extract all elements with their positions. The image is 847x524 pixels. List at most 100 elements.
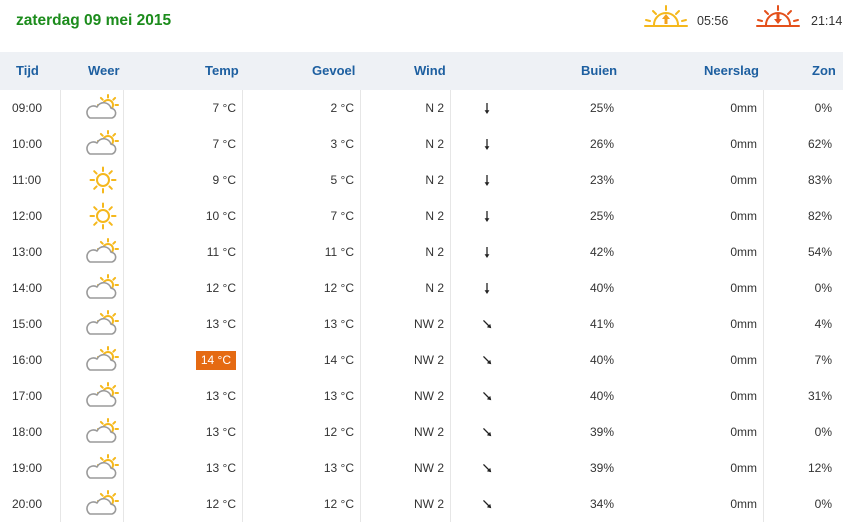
row-time: 20:00 <box>12 497 43 511</box>
column-divider <box>123 126 124 162</box>
column-divider <box>242 126 243 162</box>
row-temp: 7 °C <box>213 126 236 162</box>
row-temp: 13 °C <box>206 378 236 414</box>
row-temp-value: 7 °C <box>212 137 236 151</box>
row-feel: 12 °C <box>323 281 354 295</box>
row-sun: 0% <box>814 101 832 115</box>
column-divider <box>123 450 124 486</box>
row-feel: 5 °C <box>330 173 354 187</box>
row-sun: 82% <box>807 209 832 223</box>
column-divider <box>360 126 361 162</box>
row-temp-value: 13 °C <box>205 461 236 475</box>
row-wind: NW 2 <box>414 425 444 439</box>
row-temp: 13 °C <box>206 414 236 450</box>
row-feel: 13 °C <box>323 389 354 403</box>
row-temp-value: 10 °C <box>205 209 236 223</box>
column-divider <box>242 342 243 378</box>
wind-direction-icon <box>483 356 492 365</box>
table-row: 16:00 14 °C 14 °C NW 2 40% 0mm 7% <box>0 342 847 378</box>
column-divider <box>763 306 764 342</box>
row-rain: 42% <box>589 245 614 259</box>
row-sun: 7% <box>814 353 832 367</box>
table-row: 18:00 13 °C 12 °C NW 2 39% 0mm 0% <box>0 414 847 450</box>
sunny-icon <box>89 166 117 194</box>
row-sun: 4% <box>814 317 832 331</box>
partly-cloudy-icon <box>86 418 119 443</box>
column-divider <box>242 378 243 414</box>
column-divider <box>763 486 764 522</box>
table-row: 14:00 12 °C 12 °C N 2 40% 0mm 0% <box>0 270 847 306</box>
row-rain: 23% <box>589 173 614 187</box>
wind-direction-icon <box>483 428 492 437</box>
header-temp: Temp <box>205 63 239 78</box>
table-row: 11:00 9 °C 5 °C N 2 23% 0mm 83% <box>0 162 847 198</box>
partly-cloudy-icon <box>86 346 119 371</box>
wind-direction-icon <box>484 139 490 150</box>
column-divider <box>763 234 764 270</box>
row-temp-value: 7 °C <box>212 101 236 115</box>
column-divider <box>123 306 124 342</box>
table-row: 15:00 13 °C 13 °C NW 2 41% 0mm 4% <box>0 306 847 342</box>
column-divider <box>123 162 124 198</box>
sunset-icon <box>756 5 800 27</box>
column-divider <box>60 270 61 306</box>
row-time: 13:00 <box>12 245 43 259</box>
column-divider <box>360 198 361 234</box>
table-row: 20:00 12 °C 12 °C NW 2 34% 0mm 0% <box>0 486 847 522</box>
column-divider <box>242 270 243 306</box>
row-time: 09:00 <box>12 101 43 115</box>
column-divider <box>123 198 124 234</box>
row-time: 10:00 <box>12 137 43 151</box>
column-divider <box>450 450 451 486</box>
column-divider <box>360 414 361 450</box>
partly-cloudy-icon <box>86 454 119 479</box>
row-wind: NW 2 <box>414 317 444 331</box>
row-temp: 12 °C <box>206 486 236 522</box>
row-wind: N 2 <box>425 173 444 187</box>
header-weather: Weer <box>88 63 120 78</box>
partly-cloudy-icon <box>86 274 119 299</box>
column-divider <box>763 450 764 486</box>
row-time: 17:00 <box>12 389 43 403</box>
column-divider <box>450 342 451 378</box>
column-divider <box>360 486 361 522</box>
row-rain: 41% <box>589 317 614 331</box>
table-row: 19:00 13 °C 13 °C NW 2 39% 0mm 12% <box>0 450 847 486</box>
row-temp-value: 13 °C <box>205 425 236 439</box>
row-time: 19:00 <box>12 461 43 475</box>
column-divider <box>763 270 764 306</box>
row-wind: N 2 <box>425 245 444 259</box>
partly-cloudy-icon <box>86 490 119 515</box>
header-precip: Neerslag <box>704 63 759 78</box>
column-divider <box>123 234 124 270</box>
row-wind: N 2 <box>425 281 444 295</box>
table-header: Tijd Weer Temp Gevoel Wind Buien Neersla… <box>0 52 843 90</box>
column-divider <box>60 486 61 522</box>
row-rain: 25% <box>589 101 614 115</box>
column-divider <box>60 198 61 234</box>
row-temp: 12 °C <box>206 270 236 306</box>
column-divider <box>60 90 61 126</box>
forecast-date: zaterdag 09 mei 2015 <box>16 12 172 29</box>
column-divider <box>123 414 124 450</box>
row-temp: 7 °C <box>213 90 236 126</box>
column-divider <box>360 162 361 198</box>
wind-direction-icon <box>484 211 490 222</box>
column-divider <box>360 378 361 414</box>
column-divider <box>763 378 764 414</box>
row-sun: 0% <box>814 281 832 295</box>
row-sun: 0% <box>814 425 832 439</box>
row-temp: 10 °C <box>206 198 236 234</box>
column-divider <box>450 306 451 342</box>
column-divider <box>242 450 243 486</box>
column-divider <box>450 90 451 126</box>
row-sun: 54% <box>807 245 832 259</box>
row-precip: 0mm <box>730 425 757 439</box>
sunrise-icon <box>644 5 688 27</box>
column-divider <box>123 486 124 522</box>
column-divider <box>60 450 61 486</box>
row-feel: 7 °C <box>330 209 354 223</box>
column-divider <box>763 414 764 450</box>
header-wind: Wind <box>414 63 446 78</box>
row-precip: 0mm <box>730 497 757 511</box>
